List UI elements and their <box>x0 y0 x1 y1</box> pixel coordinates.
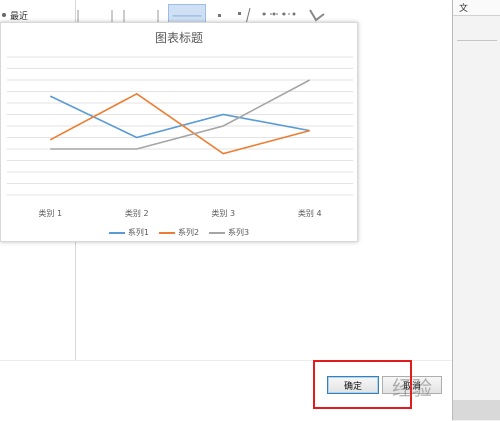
legend-swatch <box>108 231 125 234</box>
legend-item-3: 系列3 <box>209 227 249 238</box>
document-divider <box>457 40 497 56</box>
legend-swatch <box>158 231 175 234</box>
document-pane: 文 <box>453 0 500 420</box>
chart-type-recent[interactable]: 最近 <box>0 7 74 23</box>
legend-label: 系列3 <box>228 228 250 237</box>
series-line-1 <box>49 95 310 139</box>
legend-label: 系列1 <box>127 228 149 237</box>
category-label: 类别 1 <box>38 209 63 218</box>
legend-label: 系列2 <box>177 228 200 237</box>
document-topbar: 文 <box>453 0 500 16</box>
chart-preview: 图表标题 类别 1 类别 2 类别 3 类别 4 系列1 系列2 系列3 <box>0 22 358 242</box>
legend-item-1: 系列1 <box>108 227 149 238</box>
recent-label: 最近 <box>10 11 29 22</box>
document-label: 文 <box>459 4 469 14</box>
status-strip <box>453 400 500 420</box>
category-label: 类别 3 <box>211 209 236 218</box>
category-label: 类别 2 <box>124 209 149 218</box>
category-label: 类别 4 <box>297 209 322 218</box>
legend-item-2: 系列2 <box>158 227 200 238</box>
legend-swatch <box>209 231 226 234</box>
recent-icon <box>2 13 6 17</box>
chart-legend: 系列1 系列2 系列3 <box>1 227 357 238</box>
watermark: 经验 <box>392 376 432 400</box>
insert-chart-dialog: 最近 图表标题 类别 1 类别 2 类别 3 类别 4 系列1 系列2 系列3 确定 取消 <box>0 0 453 421</box>
chart-title: 图表标题 <box>154 31 203 45</box>
